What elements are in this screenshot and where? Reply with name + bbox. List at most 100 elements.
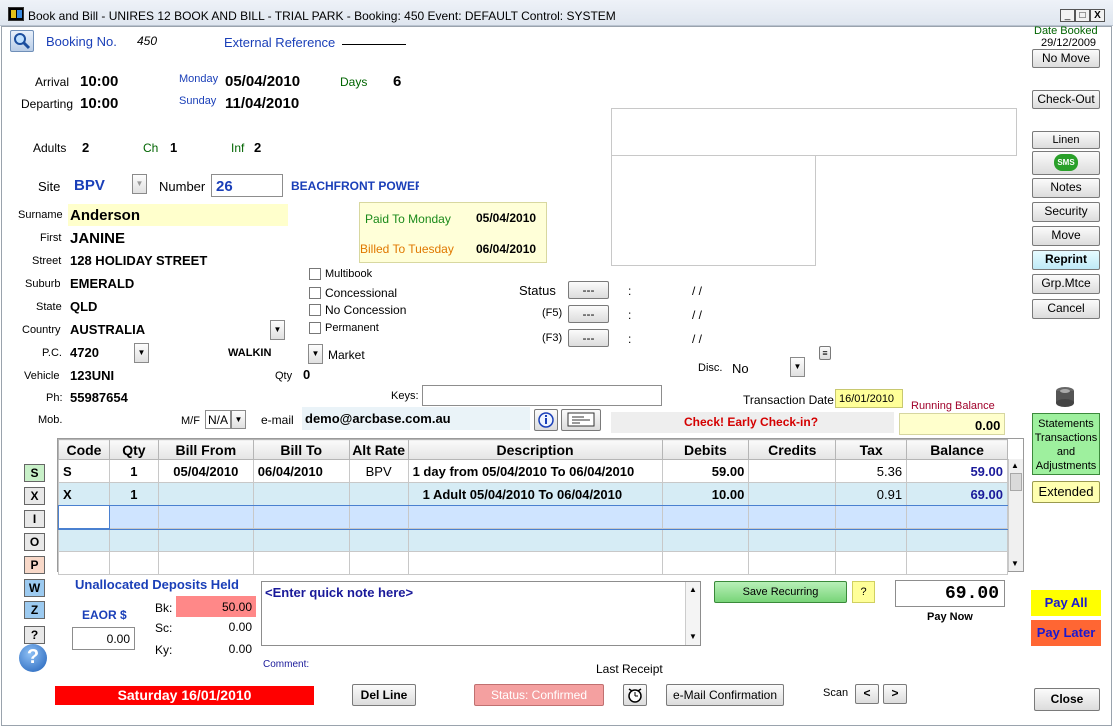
scan-next-button[interactable]: > <box>883 684 907 704</box>
row-button-z[interactable]: Z <box>24 601 45 619</box>
table-row-selected[interactable] <box>57 504 1009 530</box>
empty-cell[interactable] <box>58 528 110 552</box>
empty-cell[interactable] <box>906 528 1008 552</box>
scroll-down-arrow[interactable]: ▼ <box>1011 559 1019 568</box>
empty-cell[interactable] <box>906 505 1008 529</box>
close-button[interactable]: Close <box>1034 688 1100 711</box>
gender-field[interactable]: N/A <box>205 410 231 429</box>
cell-code[interactable]: S <box>58 459 110 483</box>
table-row[interactable] <box>58 528 1008 552</box>
external-reference-field[interactable] <box>342 44 406 45</box>
linen-button[interactable]: Linen <box>1032 131 1100 149</box>
col-qty[interactable]: Qty <box>108 439 159 460</box>
empty-cell[interactable] <box>835 551 908 575</box>
empty-cell[interactable] <box>348 551 409 575</box>
country[interactable]: AUSTRALIA <box>70 322 145 337</box>
empty-cell[interactable] <box>157 505 254 529</box>
market-dropdown[interactable]: ▼ <box>308 344 323 364</box>
cell-bill-from[interactable]: 05/04/2010 <box>157 459 254 483</box>
keys-field[interactable] <box>422 385 662 406</box>
col-code[interactable]: Code <box>58 439 110 460</box>
site-number-field[interactable]: 26 <box>211 174 283 197</box>
cell-code[interactable]: X <box>58 482 110 506</box>
empty-cell[interactable] <box>348 505 409 529</box>
cell-alt-rate[interactable] <box>348 482 409 506</box>
permanent-checkbox[interactable] <box>309 322 321 334</box>
phone[interactable]: 55987654 <box>70 390 128 405</box>
empty-cell[interactable] <box>407 505 663 529</box>
empty-cell[interactable] <box>661 551 750 575</box>
email[interactable]: demo@arcbase.com.au <box>305 411 451 426</box>
col-balance[interactable]: Balance <box>906 439 1008 460</box>
col-alt-rate[interactable]: Alt Rate <box>348 439 409 460</box>
no-concession-checkbox[interactable] <box>309 304 321 316</box>
row-button-help[interactable]: ? <box>24 626 45 644</box>
cell-tax[interactable]: 5.36 <box>835 459 908 483</box>
row-button-i[interactable]: I <box>24 510 45 528</box>
cell-description[interactable]: 1 Adult 05/04/2010 To 06/04/2010 <box>407 482 663 506</box>
empty-cell[interactable] <box>252 528 350 552</box>
grid-scrollbar[interactable]: ▲ ▼ <box>1008 459 1023 571</box>
cell-bill-to[interactable] <box>252 482 350 506</box>
col-tax[interactable]: Tax <box>835 439 908 460</box>
cell-bill-from[interactable] <box>157 482 254 506</box>
infants-count[interactable]: 2 <box>254 140 261 155</box>
row-button-p[interactable]: P <box>24 556 45 574</box>
cell-tax[interactable]: 0.91 <box>835 482 908 506</box>
departing-date[interactable]: 11/04/2010 <box>225 95 299 112</box>
cell-debits[interactable]: 10.00 <box>661 482 750 506</box>
table-row[interactable]: S 1 05/04/2010 06/04/2010 BPV 1 day from… <box>58 459 1008 483</box>
empty-cell[interactable] <box>748 505 837 529</box>
empty-cell[interactable] <box>108 528 159 552</box>
cell-debits[interactable]: 59.00 <box>661 459 750 483</box>
cell-balance[interactable]: 69.00 <box>906 482 1008 506</box>
qty-value[interactable]: 0 <box>303 367 310 382</box>
empty-cell[interactable] <box>661 505 750 529</box>
state[interactable]: QLD <box>70 299 97 314</box>
table-row[interactable]: X 1 1 Adult 05/04/2010 To 06/04/2010 10.… <box>58 482 1008 506</box>
vehicle[interactable]: 123UNI <box>70 368 114 383</box>
cell-qty[interactable]: 1 <box>108 459 159 483</box>
empty-cell[interactable] <box>252 551 350 575</box>
note-scroll-down[interactable]: ▼ <box>689 632 697 641</box>
help-icon[interactable]: ? <box>19 644 47 672</box>
pay-later-button[interactable]: Pay Later <box>1031 620 1101 646</box>
del-line-button[interactable]: Del Line <box>352 684 416 706</box>
empty-cell[interactable] <box>407 528 663 552</box>
empty-cell[interactable] <box>58 551 110 575</box>
reprint-button[interactable]: Reprint <box>1032 250 1100 270</box>
save-recurring-button[interactable]: Save Recurring <box>714 581 847 603</box>
col-bill-to[interactable]: Bill To <box>252 439 350 460</box>
grp-mtce-button[interactable]: Grp.Mtce <box>1032 274 1100 294</box>
empty-cell[interactable] <box>348 528 409 552</box>
scroll-up-arrow[interactable]: ▲ <box>1011 461 1019 470</box>
minimize-button[interactable]: _ <box>1060 9 1075 22</box>
sms-button[interactable]: SMS <box>1032 151 1100 175</box>
site-dropdown[interactable]: ▼ <box>132 174 147 194</box>
multibook-checkbox[interactable] <box>309 268 321 280</box>
scroll-thumb[interactable] <box>1010 473 1022 491</box>
row-button-o[interactable]: O <box>24 533 45 551</box>
cell-qty[interactable]: 1 <box>108 482 159 506</box>
check-out-button[interactable]: Check-Out <box>1032 90 1100 109</box>
empty-cell[interactable] <box>661 528 750 552</box>
children-count[interactable]: 1 <box>170 140 177 155</box>
postcode[interactable]: 4720 <box>70 345 99 360</box>
small-menu-button[interactable]: ≡ <box>819 346 831 360</box>
new-code-cell[interactable] <box>58 505 110 529</box>
empty-cell[interactable] <box>407 551 663 575</box>
cell-alt-rate[interactable]: BPV <box>348 459 409 483</box>
empty-cell[interactable] <box>906 551 1008 575</box>
suburb[interactable]: EMERALD <box>70 276 134 291</box>
no-move-button[interactable]: No Move <box>1032 49 1100 68</box>
empty-cell[interactable] <box>252 505 350 529</box>
recurring-help-button[interactable]: ? <box>852 581 875 603</box>
empty-cell[interactable] <box>108 551 159 575</box>
cancel-button[interactable]: Cancel <box>1032 299 1100 319</box>
scan-prev-button[interactable]: < <box>855 684 879 704</box>
days-count[interactable]: 6 <box>393 73 401 90</box>
row-button-x[interactable]: X <box>24 487 45 505</box>
cell-description[interactable]: 1 day from 05/04/2010 To 06/04/2010 <box>407 459 663 483</box>
maximize-button[interactable]: □ <box>1075 9 1090 22</box>
card-button[interactable] <box>561 409 601 431</box>
